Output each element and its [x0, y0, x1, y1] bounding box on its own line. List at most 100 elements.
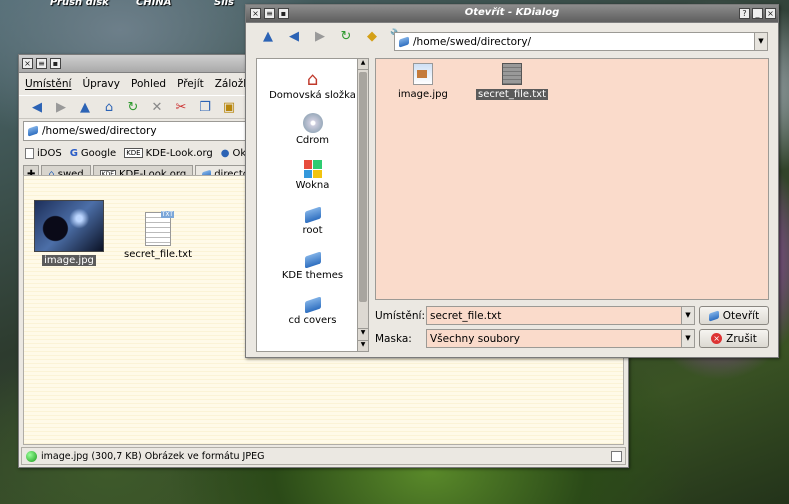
- filter-combobox[interactable]: Všechny soubory ▼: [426, 329, 695, 348]
- cut-icon[interactable]: ✂: [171, 97, 191, 117]
- place-cd-covers[interactable]: cd covers: [257, 284, 368, 329]
- cdrom-icon: [302, 113, 323, 133]
- forward-icon[interactable]: ▶: [310, 26, 330, 46]
- up-icon[interactable]: ▲: [75, 97, 95, 117]
- file-label: secret_file.txt: [124, 249, 192, 260]
- places-scrollbar[interactable]: ▲ ▼ ▼: [357, 59, 368, 351]
- filter-label: Maska:: [375, 332, 412, 345]
- reload-icon[interactable]: ↻: [123, 97, 143, 117]
- place-label: root: [302, 225, 323, 236]
- chevron-down-icon[interactable]: ▼: [681, 307, 694, 324]
- cancel-label: Zrušit: [726, 332, 757, 345]
- place-label: Wokna: [295, 180, 330, 191]
- bookmark-label: iDOS: [37, 147, 62, 159]
- location-input[interactable]: secret_file.txt ▼: [426, 306, 695, 325]
- status-bar: image.jpg (300,7 KB) Obrázek ve formátu …: [21, 447, 626, 465]
- folder-icon: [399, 35, 409, 48]
- dialog-title: Otevřít - KDialog: [464, 7, 560, 18]
- chevron-down-icon[interactable]: ▼: [754, 33, 767, 50]
- menu-location[interactable]: Umístění: [25, 78, 71, 90]
- open-file-dialog: × ≡ ▪ Otevřít - KDialog ? _ × ▲ ◀ ▶ ↻ ◆ …: [245, 4, 779, 358]
- file-item-secret[interactable]: TXT secret_file.txt: [124, 211, 192, 260]
- globe-icon: ●: [220, 147, 230, 159]
- place-label: Domovská složka: [269, 90, 356, 101]
- bookmark-label: KDE-Look.org: [145, 147, 213, 159]
- file-item-image[interactable]: image.jpg: [34, 200, 104, 266]
- bookmark-kde-look[interactable]: KDE KDE-Look.org: [124, 148, 213, 159]
- file-label: image.jpg: [42, 255, 96, 266]
- folder-icon: [304, 296, 321, 314]
- home-icon[interactable]: ⌂: [99, 97, 119, 117]
- menu-edit[interactable]: Úpravy: [82, 78, 120, 90]
- path-combobox[interactable]: /home/swed/directory/ ▼: [394, 32, 768, 51]
- file-label: image.jpg: [398, 89, 448, 100]
- desktop-icon-label[interactable]: CHINA: [136, 0, 172, 8]
- desktop-icon-label[interactable]: Siis: [214, 0, 234, 8]
- view-toggle-checkbox[interactable]: [611, 450, 622, 462]
- place-cdrom[interactable]: Cdrom: [257, 104, 368, 149]
- folder-icon: [28, 125, 38, 137]
- minimize-icon[interactable]: _: [752, 8, 763, 19]
- menu-go[interactable]: Přejít: [177, 78, 204, 90]
- place-label: cd covers: [288, 315, 337, 326]
- paste-icon[interactable]: ▣: [219, 97, 239, 117]
- place-label: Cdrom: [295, 135, 330, 146]
- scroll-down-icon[interactable]: ▼: [358, 328, 368, 339]
- bookmark-google[interactable]: G Google: [70, 148, 116, 159]
- forward-icon[interactable]: ▶: [51, 97, 71, 117]
- home-icon: ⌂: [306, 69, 319, 90]
- close-icon[interactable]: ×: [22, 58, 33, 69]
- place-home[interactable]: ⌂ Domovská složka: [257, 59, 368, 104]
- path-text: /home/swed/directory/: [413, 35, 532, 48]
- place-kde-themes[interactable]: KDE themes: [257, 239, 368, 284]
- scroll-thumb[interactable]: [359, 72, 367, 302]
- google-icon: G: [69, 147, 78, 159]
- back-icon[interactable]: ◀: [27, 97, 47, 117]
- file-item-secret[interactable]: secret_file.txt: [476, 63, 548, 100]
- chevron-down-icon[interactable]: ▼: [681, 330, 694, 347]
- image-thumbnail-icon: [34, 200, 104, 252]
- close-window-icon[interactable]: ×: [765, 8, 776, 19]
- file-item-image[interactable]: image.jpg: [398, 63, 448, 100]
- folder-view-icon[interactable]: ◆: [362, 26, 382, 46]
- dialog-file-view[interactable]: image.jpg secret_file.txt: [375, 58, 769, 300]
- copy-icon[interactable]: ❐: [195, 97, 215, 117]
- menu-view[interactable]: Pohled: [131, 78, 166, 90]
- menu-icon[interactable]: ≡: [36, 58, 47, 69]
- bookmark-idos[interactable]: iDOS: [25, 147, 62, 159]
- status-ok-icon: [26, 450, 37, 462]
- filter-value: Všechny soubory: [430, 332, 520, 345]
- place-wokna[interactable]: Wokna: [257, 149, 368, 194]
- page-icon: [25, 147, 34, 159]
- stop-icon[interactable]: ✕: [147, 97, 167, 117]
- location-row: Umístění:: [375, 306, 425, 325]
- dialog-titlebar[interactable]: × ≡ ▪ Otevřít - KDialog ? _ ×: [246, 5, 778, 23]
- back-icon[interactable]: ◀: [284, 26, 304, 46]
- location-value: secret_file.txt: [430, 309, 502, 322]
- image-file-icon: [412, 63, 433, 85]
- folder-icon: [304, 251, 321, 269]
- scroll-up-icon[interactable]: ▲: [358, 59, 368, 70]
- kde-icon: KDE: [124, 148, 143, 158]
- place-root[interactable]: root: [257, 194, 368, 239]
- open-icon: [708, 309, 719, 322]
- cancel-button[interactable]: × Zrušit: [699, 329, 769, 348]
- file-label: secret_file.txt: [476, 89, 548, 100]
- location-text: /home/swed/directory: [42, 125, 157, 137]
- help-icon[interactable]: ?: [739, 8, 750, 19]
- text-file-icon: [502, 63, 522, 85]
- text-file-icon: TXT: [145, 211, 174, 246]
- bookmark-label: Google: [80, 147, 117, 159]
- folder-icon: [304, 206, 321, 224]
- desktop-icon-label[interactable]: Přush disk: [50, 0, 109, 8]
- places-panel: ⌂ Domovská složka Cdrom Wokna root KDE th…: [256, 58, 369, 352]
- up-icon[interactable]: ▲: [258, 26, 278, 46]
- filter-row: Maska:: [375, 329, 412, 348]
- open-label: Otevřít: [722, 309, 760, 322]
- sticky-icon[interactable]: ▪: [50, 58, 61, 69]
- reload-icon[interactable]: ↻: [336, 26, 356, 46]
- status-text: image.jpg (300,7 KB) Obrázek ve formátu …: [41, 450, 265, 462]
- scroll-down-icon-2[interactable]: ▼: [358, 340, 368, 351]
- windows-icon: [303, 160, 322, 178]
- open-button[interactable]: Otevřít: [699, 306, 769, 325]
